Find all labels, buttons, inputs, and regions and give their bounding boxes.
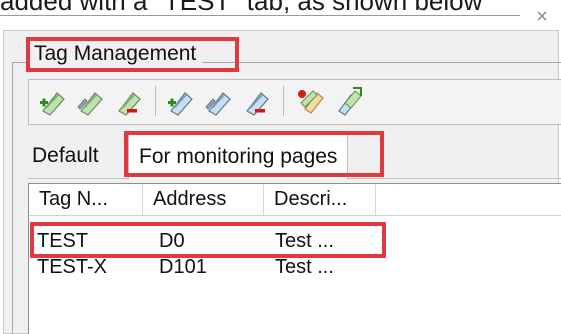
- toolbar-separator: [155, 86, 156, 116]
- column-header-description[interactable]: Descri...: [264, 184, 376, 215]
- edit-tag-button[interactable]: [75, 85, 105, 117]
- tag-list-header: Tag N... Address Descri...: [29, 184, 561, 216]
- delete-tag-icon: [246, 92, 269, 116]
- close-icon[interactable]: [534, 8, 550, 24]
- export-tags-icon: [338, 87, 362, 116]
- tab-default[interactable]: Default: [32, 134, 99, 178]
- import-tags-button[interactable]: [295, 85, 325, 117]
- highlight-group-title: [26, 37, 239, 72]
- tag-list[interactable]: Tag N... Address Descri... TEST D0 Test …: [28, 183, 561, 334]
- window-top-border: [0, 15, 520, 16]
- column-header-tag-name[interactable]: Tag N...: [29, 184, 143, 215]
- column-header-address[interactable]: Address: [143, 184, 264, 215]
- add-tag-icon: [40, 92, 65, 116]
- edit-tag-icon: [205, 92, 231, 116]
- tag-toolbar: [28, 79, 561, 125]
- add-tag-icon: [168, 92, 193, 116]
- delete-tag-button[interactable]: [113, 85, 143, 117]
- add-tag-button[interactable]: [165, 85, 195, 117]
- highlight-test-row: [30, 222, 386, 258]
- edit-tag-icon: [77, 92, 103, 116]
- add-tag-button[interactable]: [37, 85, 67, 117]
- import-tags-icon: [298, 90, 324, 114]
- delete-tag-button[interactable]: [241, 85, 271, 117]
- export-tags-button[interactable]: [333, 85, 363, 117]
- caption-text: added with a "TEST" tab, as shown below: [0, 0, 561, 14]
- delete-tag-icon: [118, 92, 141, 116]
- highlight-active-tab: [124, 131, 384, 177]
- toolbar-separator: [283, 86, 284, 116]
- edit-tag-button[interactable]: [203, 85, 233, 117]
